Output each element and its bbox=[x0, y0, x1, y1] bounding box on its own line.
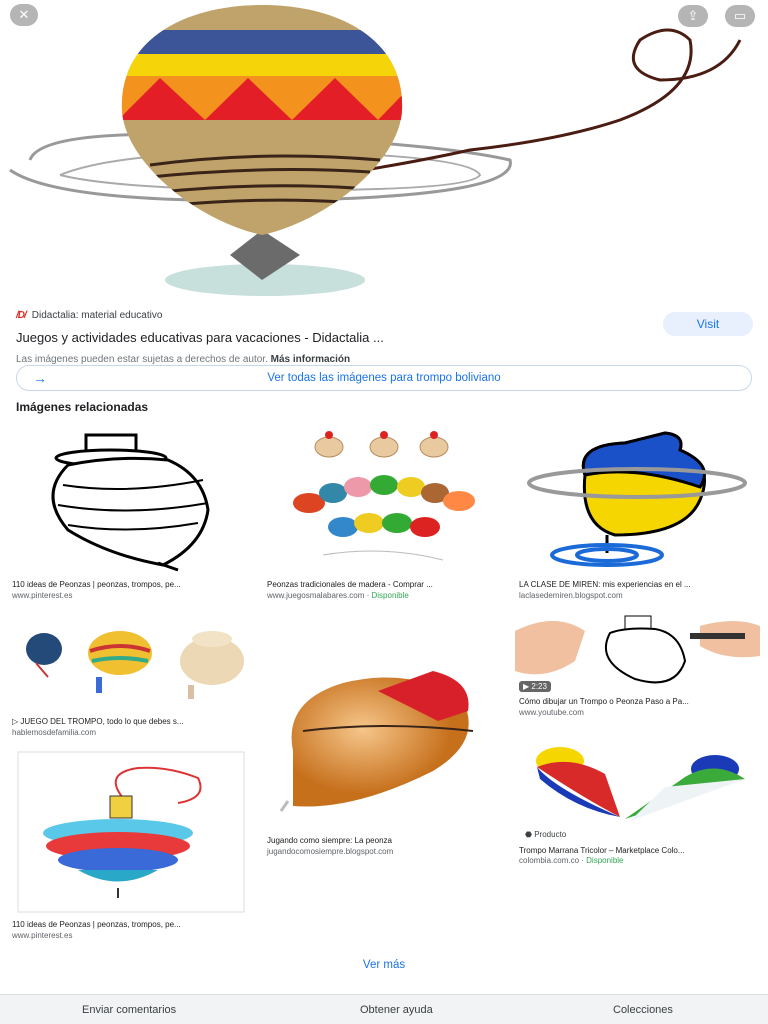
show-more-link[interactable]: Ver más bbox=[0, 959, 768, 971]
result-thumbnail[interactable] bbox=[8, 425, 254, 575]
result-caption: Cómo dibujar un Trompo o Peonza Paso a P… bbox=[519, 697, 689, 706]
collections-link[interactable]: Colecciones bbox=[613, 1004, 673, 1016]
spinning-top-outline-image bbox=[51, 433, 210, 572]
result-thumbnail[interactable]: ⬣ Producto bbox=[515, 729, 760, 841]
related-images-heading: Imágenes relacionadas bbox=[16, 400, 149, 414]
result-thumbnail[interactable] bbox=[8, 611, 254, 715]
close-icon[interactable]: ✕ bbox=[10, 4, 38, 26]
result-domain-text: www.juegosmalabares.com bbox=[267, 591, 365, 600]
spinning-top-illustration bbox=[9, 5, 742, 296]
availability-label: Disponible bbox=[371, 591, 409, 600]
result-caption: Peonzas tradicionales de madera - Compra… bbox=[267, 580, 433, 589]
result-domain: www.juegosmalabares.com · Disponible bbox=[267, 591, 409, 600]
result-thumbnail[interactable] bbox=[8, 748, 254, 916]
collection-icon[interactable]: ▭ bbox=[725, 5, 755, 27]
result-card[interactable]: Peonzas tradicionales de madera - Compra… bbox=[263, 425, 507, 601]
site-name: Didactalia: material educativo bbox=[31, 309, 163, 321]
result-caption-text: JUEGO DEL TROMPO, todo lo que debes s... bbox=[20, 717, 184, 726]
result-caption: ▷ JUEGO DEL TROMPO, todo lo que debes s.… bbox=[12, 717, 184, 726]
wooden-peonza-image bbox=[279, 671, 474, 812]
video-duration: ▶ 2:23 bbox=[519, 681, 551, 692]
result-domain: jugandocomosiempre.blogspot.com bbox=[267, 847, 394, 856]
more-info-link[interactable]: Más información bbox=[271, 354, 350, 365]
result-card[interactable]: Jugando como siempre: La peonza jugandoc… bbox=[263, 611, 507, 861]
availability-label: Disponible bbox=[586, 856, 624, 865]
result-card[interactable]: 110 ideas de Peonzas | peonzas, trompos,… bbox=[8, 425, 254, 601]
colorful-top-sketch-image bbox=[17, 751, 245, 913]
result-card[interactable]: LA CLASE DE MIREN: mis experiencias en e… bbox=[515, 425, 760, 601]
result-thumbnail[interactable] bbox=[263, 611, 507, 833]
site-favicon: /D/ bbox=[16, 309, 27, 321]
result-card[interactable]: ▶ 2:23 Cómo dibujar un Trompo o Peonza P… bbox=[515, 611, 760, 719]
result-domain-text: colombia.com.co bbox=[519, 856, 580, 865]
result-card[interactable]: ▷ JUEGO DEL TROMPO, todo lo que debes s.… bbox=[8, 611, 254, 741]
result-card[interactable]: ⬣ Producto Trompo Marrana Tricolor – Mar… bbox=[515, 729, 760, 867]
three-tops-image bbox=[26, 631, 244, 699]
view-all-images-button[interactable]: → Ver todas las imágenes para trompo bol… bbox=[16, 365, 752, 391]
product-tag: ⬣ Producto bbox=[519, 829, 573, 840]
hero-image[interactable]: ✕ ⇪ ▭ bbox=[0, 0, 768, 300]
page-title[interactable]: Juegos y actividades educativas para vac… bbox=[16, 330, 756, 348]
product-tag-text: Producto bbox=[534, 830, 567, 839]
result-caption: LA CLASE DE MIREN: mis experiencias en e… bbox=[519, 580, 691, 589]
share-icon[interactable]: ⇪ bbox=[678, 5, 708, 27]
result-caption: 110 ideas de Peonzas | peonzas, trompos,… bbox=[12, 920, 181, 929]
visit-button[interactable]: Visit bbox=[663, 312, 753, 336]
result-domain: hablemosdefamilia.com bbox=[12, 728, 97, 737]
result-domain: colombia.com.co · Disponible bbox=[519, 856, 624, 865]
duration-text: 2:23 bbox=[531, 682, 547, 691]
result-caption: Jugando como siempre: La peonza bbox=[267, 836, 392, 845]
arrow-right-icon: → bbox=[33, 370, 47, 386]
rights-text: Las imágenes pueden estar sujetas a dere… bbox=[16, 354, 268, 365]
result-thumbnail[interactable] bbox=[263, 425, 507, 575]
blue-yellow-top-image bbox=[527, 431, 747, 567]
wooden-tops-image bbox=[293, 431, 475, 561]
view-all-images-label: Ver todas las imágenes para trompo boliv… bbox=[267, 372, 501, 384]
result-thumbnail[interactable]: ▶ 2:23 bbox=[515, 611, 760, 695]
result-domain: laclasedemiren.blogspot.com bbox=[519, 591, 623, 600]
result-domain: www.pinterest.es bbox=[12, 931, 73, 940]
result-card[interactable]: 110 ideas de Peonzas | peonzas, trompos,… bbox=[8, 748, 254, 940]
send-feedback-link[interactable]: Enviar comentarios bbox=[82, 1004, 176, 1016]
source-info: /D/ Didactalia: material educativo Juego… bbox=[16, 308, 756, 368]
tricolor-tops-image bbox=[536, 747, 745, 821]
footer-bar: Enviar comentarios Obtener ayuda Colecci… bbox=[0, 994, 768, 1024]
result-domain: www.pinterest.es bbox=[12, 591, 73, 600]
source-site[interactable]: /D/ Didactalia: material educativo bbox=[16, 308, 756, 322]
result-caption: 110 ideas de Peonzas | peonzas, trompos,… bbox=[12, 580, 181, 589]
result-thumbnail[interactable] bbox=[515, 425, 760, 575]
result-domain: www.youtube.com bbox=[519, 708, 584, 717]
result-caption: Trompo Marrana Tricolor – Marketplace Co… bbox=[519, 846, 685, 855]
get-help-link[interactable]: Obtener ayuda bbox=[360, 1004, 433, 1016]
drawing-tutorial-image bbox=[515, 615, 760, 684]
